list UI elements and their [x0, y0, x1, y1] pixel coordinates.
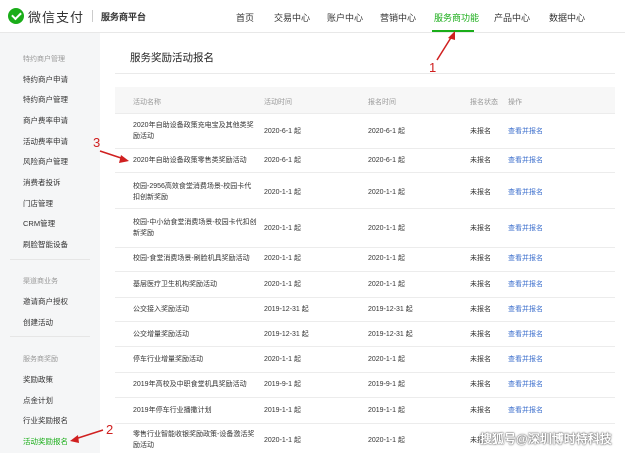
- watermark: 搜狐号@深圳博时特科技: [480, 432, 612, 446]
- annotation-label-3: 3: [93, 135, 101, 150]
- annotation-arrowhead: [70, 435, 79, 443]
- annotation-label-2: 2: [106, 422, 114, 437]
- annotation-arrow-line: [436, 35, 453, 61]
- annotation-arrows: [70, 31, 455, 443]
- annotation-arrowhead: [448, 31, 455, 40]
- annotation-label-1: 1: [429, 60, 437, 75]
- annotation-arrow-line: [74, 429, 104, 440]
- annotation-arrowhead: [119, 155, 129, 163]
